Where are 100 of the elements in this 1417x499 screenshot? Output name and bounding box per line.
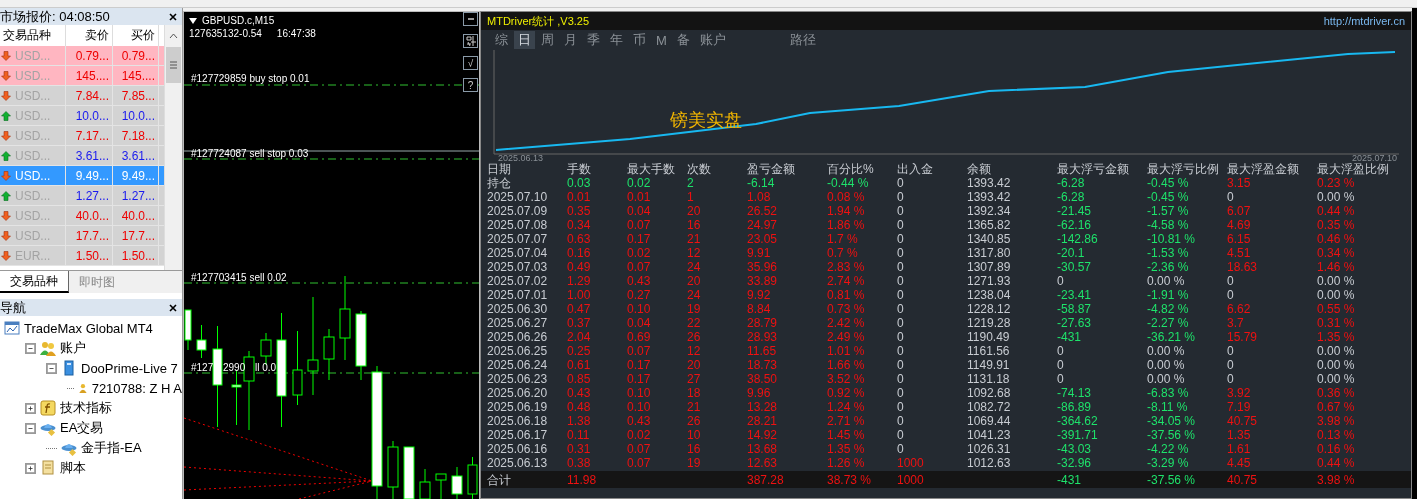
table-cell-text: 1271.93 <box>967 274 1012 288</box>
order-label: #127 <box>191 362 214 373</box>
table-cell-text: 0.04 <box>627 204 652 218</box>
table-cell-text: 1340.85 <box>967 232 1012 246</box>
period-tab[interactable]: 币 <box>629 31 650 49</box>
table-cell-text: -27.63 <box>1057 316 1093 330</box>
tree-item[interactable]: 账户 <box>60 339 86 357</box>
table-cell-text: 26 <box>687 414 702 428</box>
table-cell-text: 0.55 % <box>1317 302 1356 316</box>
glyph-button[interactable] <box>463 34 478 48</box>
chart-symbol: GBPUSD.c,M15 <box>202 15 275 26</box>
table-cell-text: -37.56 % <box>1147 428 1197 442</box>
table-cell-text: 0 <box>897 316 905 330</box>
table-cell-text: 0 <box>1227 288 1235 302</box>
table-cell-text: 1.35 <box>1227 428 1252 442</box>
table-cell-text: -43.03 <box>1057 442 1093 456</box>
table-cell-text: 0 <box>1057 274 1065 288</box>
ask-price: 9.49... <box>113 166 159 185</box>
close-button[interactable] <box>166 303 180 312</box>
period-tab[interactable]: 日 <box>514 31 535 49</box>
expand-toggle[interactable] <box>25 402 36 414</box>
panel-tab[interactable]: 即时图 <box>69 271 125 293</box>
table-cell-text: 0.00 % <box>1147 358 1186 372</box>
period-tab[interactable]: 备 <box>672 31 694 49</box>
table-cell-text: 0 <box>897 358 905 372</box>
table-cell-text: 0.92 % <box>827 386 866 400</box>
table-cell-text: 0.81 % <box>827 288 866 302</box>
table-cell-text: 2025.07.01 <box>487 288 549 302</box>
table-cell-text: 0 <box>897 386 905 400</box>
table-cell-text: 26.52 <box>747 204 779 218</box>
dropdown-icon[interactable] <box>189 17 197 24</box>
table-cell-text: 28.93 <box>747 330 779 344</box>
table-cell-text: 2025.07.02 <box>487 274 549 288</box>
column-header: 手数 <box>567 162 592 177</box>
table-cell-text: 1026.31 <box>967 442 1012 456</box>
table-cell-text: 2025.07.08 <box>487 218 549 232</box>
tree-item[interactable]: 脚本 <box>60 459 86 477</box>
period-tab[interactable]: 路径 <box>785 31 820 49</box>
table-cell-text: 0 <box>897 302 905 316</box>
period-tab[interactable]: 月 <box>560 31 581 49</box>
table-cell-text: 0.11 <box>567 428 591 442</box>
total-cell-text: 1000 <box>897 472 925 487</box>
expand-toggle[interactable] <box>25 462 36 474</box>
table-cell-text: 4.45 <box>1227 456 1252 470</box>
total-cell-text: -431 <box>1057 472 1083 487</box>
collapse-toggle[interactable] <box>25 342 36 354</box>
server-icon <box>61 360 77 376</box>
table-cell-text: 16 <box>687 218 702 232</box>
table-cell-text: 1149.91 <box>967 358 1011 372</box>
table-cell-text: 0.85 <box>567 372 592 386</box>
panel-tab[interactable]: 交易品种 <box>0 271 69 293</box>
period-tab[interactable]: M <box>652 32 671 48</box>
table-cell-text: 0.49 <box>567 260 592 274</box>
table-cell-text: 0 <box>897 372 905 386</box>
table-cell-text: 0.07 <box>627 344 652 358</box>
website-link[interactable]: http://mtdriver.cn <box>1323 15 1405 27</box>
collapse-toggle[interactable] <box>25 422 36 434</box>
table-cell-text: 0 <box>897 330 905 344</box>
table-cell-text: 0.31 <box>567 442 592 456</box>
tree-item[interactable]: EA交易 <box>60 419 104 437</box>
chart-tool-button[interactable]: ? <box>463 78 478 92</box>
table-cell-text: 6.15 <box>1227 232 1252 246</box>
ask-price: 7.18... <box>113 126 159 145</box>
tree-item[interactable]: 技术指标 <box>60 399 112 417</box>
table-cell-text: 0.16 <box>567 246 592 260</box>
order-label: 2990 <box>223 362 246 373</box>
table-cell-text: 2025.07.03 <box>487 260 549 274</box>
table-cell-text: 24 <box>687 260 702 274</box>
minimize-button[interactable] <box>463 12 478 26</box>
period-tab[interactable]: 年 <box>606 31 627 49</box>
table-cell-text: 2025.06.23 <box>487 372 549 386</box>
total-cell-text: 40.75 <box>1227 472 1259 487</box>
quote-row[interactable]: USD... 9.49... 9.49... <box>0 166 164 186</box>
table-cell-text: 1.00 <box>567 288 592 302</box>
table-cell-text: 20 <box>687 274 702 288</box>
tree-item[interactable]: 7210788: Z H A <box>91 380 182 396</box>
table-cell-text: -1.53 % <box>1147 246 1190 260</box>
period-tab[interactable]: 账户 <box>695 31 730 49</box>
tree-item[interactable]: 金手指-EA <box>81 439 142 457</box>
column-header: 最大浮亏金额 <box>1057 162 1130 177</box>
table-cell-text: 0.00 % <box>1317 288 1356 302</box>
chart-tool-button[interactable]: √ <box>463 56 478 70</box>
table-cell-text: 0.46 % <box>1317 232 1356 246</box>
tree-item[interactable]: DooPrime-Live 7 <box>81 360 178 376</box>
table-cell-text: 0 <box>897 190 905 204</box>
tree-item[interactable]: TradeMax Global MT4 <box>24 320 153 336</box>
table-cell-text: -23.41 <box>1057 288 1093 302</box>
order-line[interactable] <box>184 372 479 374</box>
period-tab[interactable]: 综 <box>491 31 512 49</box>
collapse-toggle[interactable] <box>46 362 57 374</box>
bid-price: 1.50... <box>66 246 113 265</box>
table-cell-text: 持仓 <box>487 176 512 190</box>
ask-price: 40.0... <box>113 206 159 225</box>
table-cell-text: 1190.49 <box>967 330 1011 344</box>
table-cell-text: 1.08 <box>747 190 772 204</box>
period-tab[interactable]: 周 <box>537 31 558 49</box>
close-button[interactable] <box>166 12 180 21</box>
table-cell-text: 0.67 % <box>1317 400 1356 414</box>
period-tab[interactable]: 季 <box>583 31 604 49</box>
table-cell-text: 6.62 <box>1227 302 1252 316</box>
